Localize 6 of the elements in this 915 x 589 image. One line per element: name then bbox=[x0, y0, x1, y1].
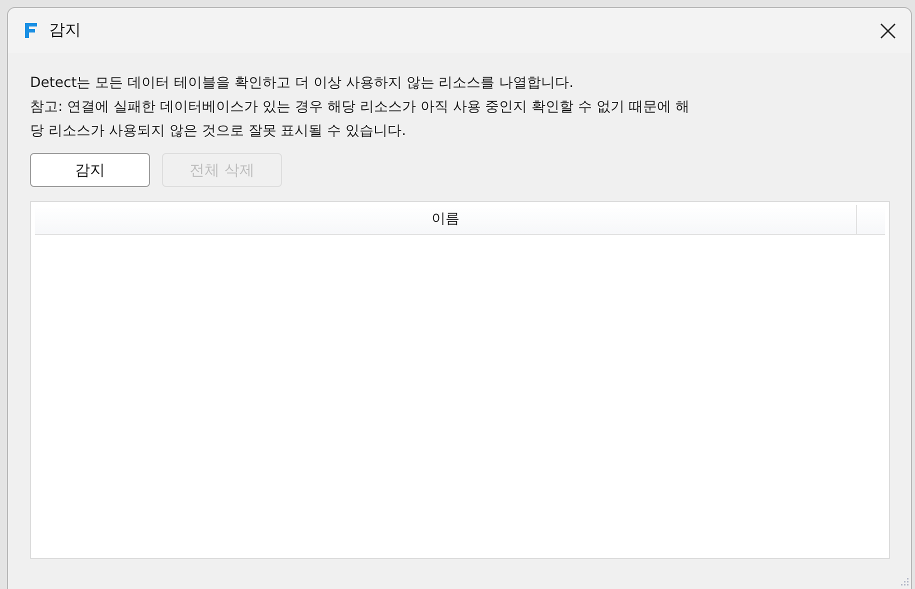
close-icon bbox=[880, 22, 896, 38]
window-title: 감지 bbox=[49, 20, 81, 41]
action-button[interactable]: 감지 bbox=[30, 153, 150, 187]
description-text: Detect는 모든 데이터 테이블을 확인하고 더 이상 사용하지 않는 리소스를 나열합니다. 참고: 연결에 실패한 데이터베이스가 있는 경우 해당 리소스가 아직 사용 중인지 확인할 수 없기 때문에 해 당 리소스가 사용되지 않은 것으로 잘못 표시될 수 있습니다. bbox=[30, 74, 690, 141]
resize-grip-icon[interactable] bbox=[900, 577, 909, 586]
app-logo-icon bbox=[25, 23, 37, 38]
